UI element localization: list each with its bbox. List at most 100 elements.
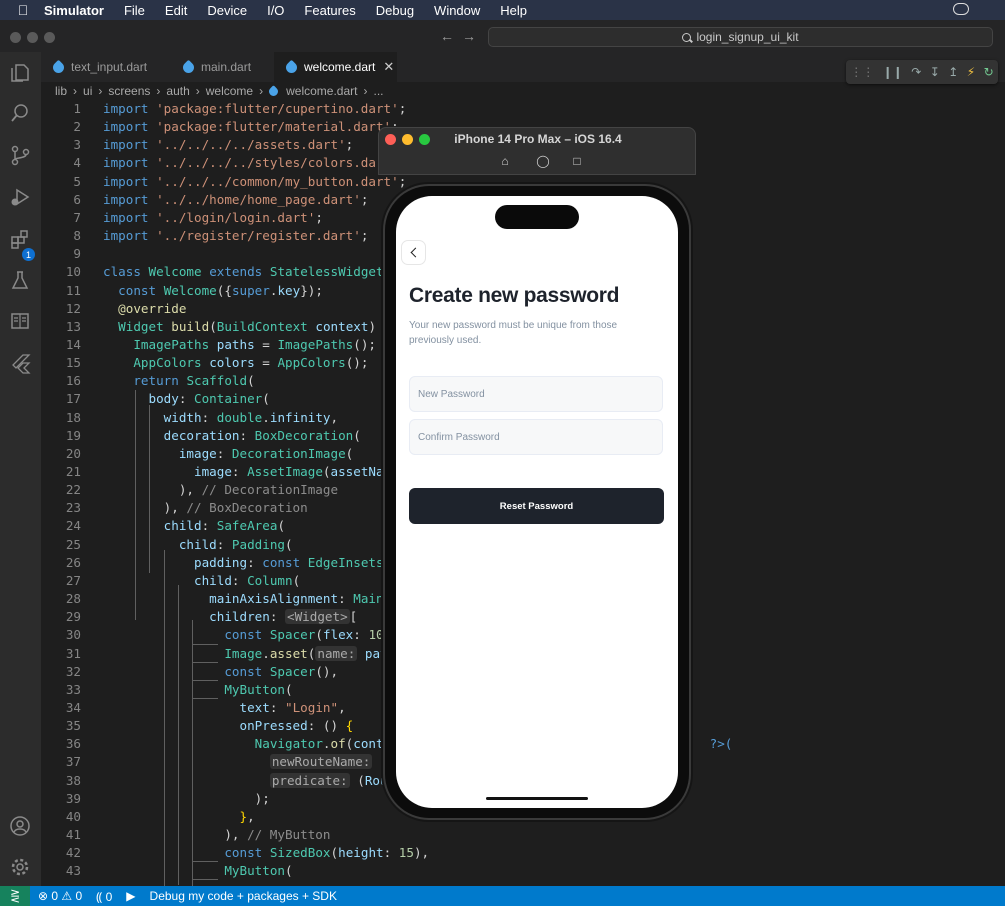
line-number[interactable]: 16 xyxy=(41,372,81,390)
line-number[interactable]: 14 xyxy=(41,336,81,354)
line-number[interactable]: 19 xyxy=(41,427,81,445)
code-line[interactable]: ), // BoxDecoration xyxy=(103,499,308,517)
line-number[interactable]: 40 xyxy=(41,808,81,826)
code-line[interactable]: image: DecorationImage( xyxy=(103,445,353,463)
line-number[interactable]: 35 xyxy=(41,717,81,735)
launch-config[interactable]: Debug my code + packages + SDK xyxy=(150,889,337,903)
code-line[interactable]: child: Column( xyxy=(103,572,300,590)
line-number[interactable]: 10 xyxy=(41,263,81,281)
restart-icon[interactable]: ↻ xyxy=(984,65,994,79)
step-over-icon[interactable]: ↷ xyxy=(911,65,921,79)
code-line[interactable]: return Scaffold( xyxy=(103,372,254,390)
code-line[interactable]: const Spacer(), xyxy=(103,663,338,681)
step-into-icon[interactable]: ↧ xyxy=(930,65,940,79)
remote-icon[interactable]: ⋛ xyxy=(0,886,30,906)
menu-io[interactable]: I/O xyxy=(267,3,284,18)
breadcrumb-item[interactable]: auth xyxy=(166,84,189,98)
menu-help[interactable]: Help xyxy=(500,3,527,18)
breadcrumb-item[interactable]: screens xyxy=(108,84,150,98)
line-number[interactable]: 30 xyxy=(41,626,81,644)
line-number[interactable]: 7 xyxy=(41,209,81,227)
breadcrumb-item[interactable]: lib xyxy=(55,84,67,98)
code-line[interactable]: import '../login/login.dart'; xyxy=(103,209,323,227)
code-line[interactable]: import '../../../../assets.dart'; xyxy=(103,136,353,154)
code-line[interactable]: Widget build(BuildContext context) { xyxy=(103,318,391,336)
code-line[interactable]: newRouteName: Log xyxy=(103,753,403,771)
line-number[interactable]: 2 xyxy=(41,118,81,136)
extensions-icon[interactable] xyxy=(9,228,31,250)
code-line[interactable]: import '../register/register.dart'; xyxy=(103,227,368,245)
line-number[interactable]: 39 xyxy=(41,790,81,808)
line-number[interactable]: 1 xyxy=(41,100,81,118)
source-control-icon[interactable] xyxy=(9,144,31,166)
code-line[interactable]: ), // DecorationImage xyxy=(103,481,338,499)
code-line[interactable]: predicate: (Route- xyxy=(103,772,410,790)
creative-cloud-icon[interactable] xyxy=(953,3,969,15)
code-line[interactable]: ), // MyButton xyxy=(103,826,330,844)
back-button[interactable] xyxy=(401,240,426,265)
close-tab-icon[interactable]: ✕ xyxy=(383,59,394,75)
confirm-password-field[interactable]: Confirm Password xyxy=(409,419,663,455)
line-number[interactable]: 5 xyxy=(41,173,81,191)
account-icon[interactable] xyxy=(9,815,31,837)
code-line[interactable]: children: <Widget>[ xyxy=(103,608,357,626)
code-line[interactable]: const Spacer(flex: 10), xyxy=(103,626,398,644)
code-line[interactable]: import 'package:flutter/cupertino.dart'; xyxy=(103,100,406,118)
line-number[interactable]: 11 xyxy=(41,282,81,300)
line-number[interactable]: 8 xyxy=(41,227,81,245)
breadcrumb-symbol[interactable]: ... xyxy=(373,84,383,98)
code-line[interactable]: @override xyxy=(103,300,186,318)
breadcrumb-item[interactable]: ui xyxy=(83,84,92,98)
apple-menu-icon[interactable]:  xyxy=(14,2,32,18)
code-line[interactable]: }, xyxy=(103,808,254,826)
code-line[interactable]: ImagePaths paths = ImagePaths(); xyxy=(103,336,376,354)
back-arrow-icon[interactable]: ← xyxy=(440,28,454,44)
line-number[interactable]: 27 xyxy=(41,572,81,590)
line-number[interactable]: 13 xyxy=(41,318,81,336)
code-line[interactable]: AppColors colors = AppColors(); xyxy=(103,354,368,372)
search-sidebar-icon[interactable] xyxy=(9,102,31,124)
line-number[interactable]: 17 xyxy=(41,390,81,408)
code-line[interactable]: onPressed: () { xyxy=(103,717,353,735)
menu-features[interactable]: Features xyxy=(304,3,355,18)
line-number[interactable]: 37 xyxy=(41,753,81,771)
home-indicator[interactable] xyxy=(486,797,588,800)
pause-icon[interactable]: ❙❙ xyxy=(883,65,903,79)
line-number[interactable]: 31 xyxy=(41,645,81,663)
line-number[interactable]: 32 xyxy=(41,663,81,681)
code-line[interactable]: MyButton( xyxy=(103,862,292,880)
new-password-field[interactable]: New Password xyxy=(409,376,663,412)
code-line[interactable]: body: Container( xyxy=(103,390,270,408)
drag-handle-icon[interactable]: ⋮⋮ xyxy=(850,65,874,79)
line-number[interactable]: 15 xyxy=(41,354,81,372)
ports-status[interactable]: ⸨ 0 xyxy=(96,888,112,905)
menu-window[interactable]: Window xyxy=(434,3,480,18)
line-number[interactable]: 24 xyxy=(41,517,81,535)
code-line[interactable]: child: SafeArea( xyxy=(103,517,285,535)
menu-file[interactable]: File xyxy=(124,3,145,18)
flutter-icon[interactable] xyxy=(9,352,31,374)
code-line[interactable]: decoration: BoxDecoration( xyxy=(103,427,361,445)
line-number[interactable]: 28 xyxy=(41,590,81,608)
line-number[interactable]: 36 xyxy=(41,735,81,753)
line-number[interactable]: 33 xyxy=(41,681,81,699)
breadcrumb-item[interactable]: welcome xyxy=(206,84,253,98)
line-number[interactable]: 23 xyxy=(41,499,81,517)
code-line[interactable]: MyButton( xyxy=(103,681,292,699)
line-number[interactable]: 25 xyxy=(41,536,81,554)
line-number[interactable]: 29 xyxy=(41,608,81,626)
screenshot-camera-icon[interactable]: ◯ xyxy=(535,154,551,168)
tab-main[interactable]: main.dart xyxy=(171,52,274,82)
menu-debug[interactable]: Debug xyxy=(376,3,414,18)
line-number[interactable]: 41 xyxy=(41,826,81,844)
settings-gear-icon[interactable] xyxy=(9,856,31,878)
code-line[interactable]: image: AssetImage(assetName xyxy=(103,463,399,481)
line-number[interactable]: 18 xyxy=(41,409,81,427)
line-number[interactable]: 6 xyxy=(41,191,81,209)
code-line[interactable]: const Welcome({super.key}); xyxy=(103,282,323,300)
line-number[interactable]: 43 xyxy=(41,862,81,880)
close-window-button[interactable] xyxy=(10,32,21,43)
code-line[interactable]: const SizedBox(height: 15), xyxy=(103,844,429,862)
line-number[interactable]: 38 xyxy=(41,772,81,790)
explorer-icon[interactable] xyxy=(9,62,31,84)
